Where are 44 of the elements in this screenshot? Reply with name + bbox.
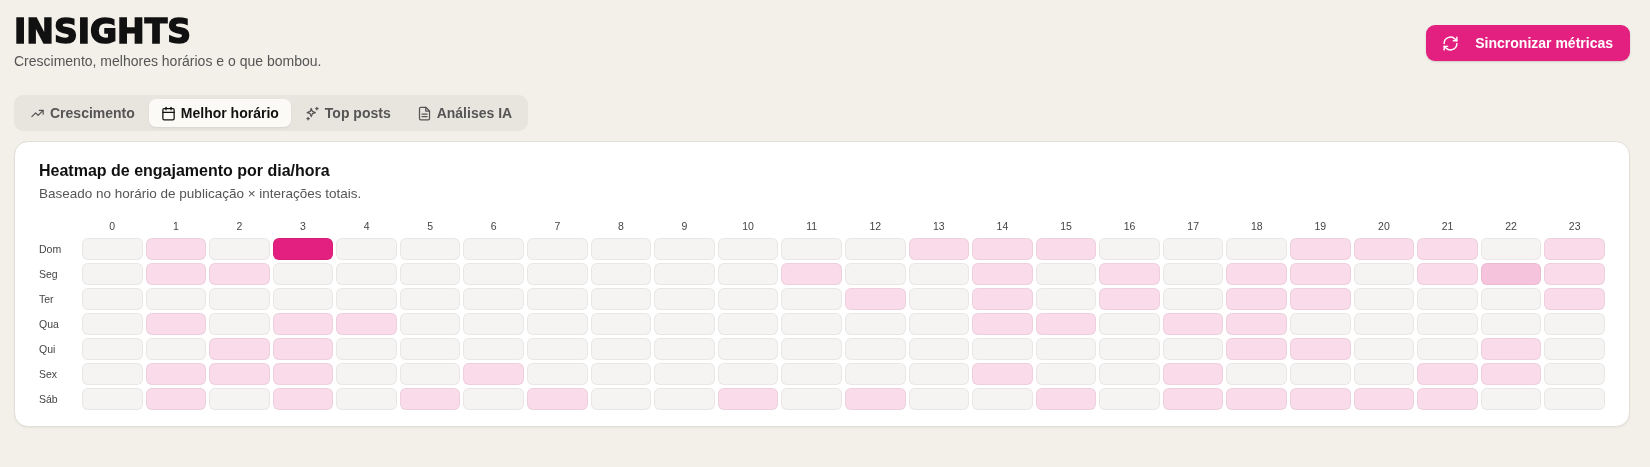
- hour-label: 4: [362, 219, 371, 235]
- tab[interactable]: Melhor horário: [148, 99, 291, 128]
- hour-label: 22: [1504, 219, 1518, 235]
- tab[interactable]: Top posts: [292, 99, 403, 128]
- day-label: Qui: [39, 342, 57, 358]
- refresh-icon: [1442, 34, 1460, 52]
- hour-label: 9: [680, 219, 689, 235]
- hour-label: 20: [1377, 219, 1391, 235]
- hour-label: 3: [299, 219, 307, 235]
- hour-label: 10: [741, 219, 755, 235]
- day-label: Sáb: [39, 392, 59, 408]
- sparkles-icon: [304, 105, 320, 121]
- hour-label: 12: [868, 219, 883, 235]
- hour-label: 16: [1122, 219, 1137, 235]
- page-title: INSIGHTS: [14, 14, 192, 51]
- tab[interactable]: Análises IA: [404, 99, 525, 128]
- document-icon: [416, 105, 432, 121]
- hour-label: 2: [235, 219, 244, 235]
- hour-label: 0: [108, 219, 117, 235]
- hour-label: 5: [426, 219, 435, 235]
- card-title: Heatmap de engajamento por dia/hora: [39, 162, 331, 181]
- day-label: Qua: [39, 317, 60, 333]
- hour-label: 8: [617, 219, 625, 235]
- day-label: Sex: [39, 367, 59, 383]
- hour-label: 1: [171, 219, 180, 235]
- day-label: Dom: [39, 242, 63, 258]
- hour-label: 7: [553, 219, 562, 235]
- hour-label: 17: [1186, 219, 1201, 235]
- day-label: Ter: [39, 292, 55, 308]
- page-subtitle: Crescimento, melhores horários e o que bombou.: [14, 53, 322, 70]
- sync-metrics-button[interactable]: Sincronizar métricas: [1426, 25, 1630, 61]
- calendar-icon: [160, 105, 176, 121]
- hour-label: 13: [932, 219, 946, 235]
- hour-label: 19: [1313, 219, 1328, 235]
- hour-label: 23: [1567, 219, 1582, 235]
- tab[interactable]: Crescimento: [18, 99, 147, 128]
- hour-label: 11: [805, 219, 819, 235]
- day-label: Seg: [39, 267, 59, 283]
- hour-label: 21: [1440, 219, 1455, 235]
- card-subtitle: Baseado no horário de publicação × interações totais.: [39, 186, 363, 202]
- hour-label: 6: [489, 219, 498, 235]
- hour-label: 18: [1249, 219, 1264, 235]
- hour-label: 15: [1059, 219, 1073, 235]
- hour-label: 14: [995, 219, 1010, 235]
